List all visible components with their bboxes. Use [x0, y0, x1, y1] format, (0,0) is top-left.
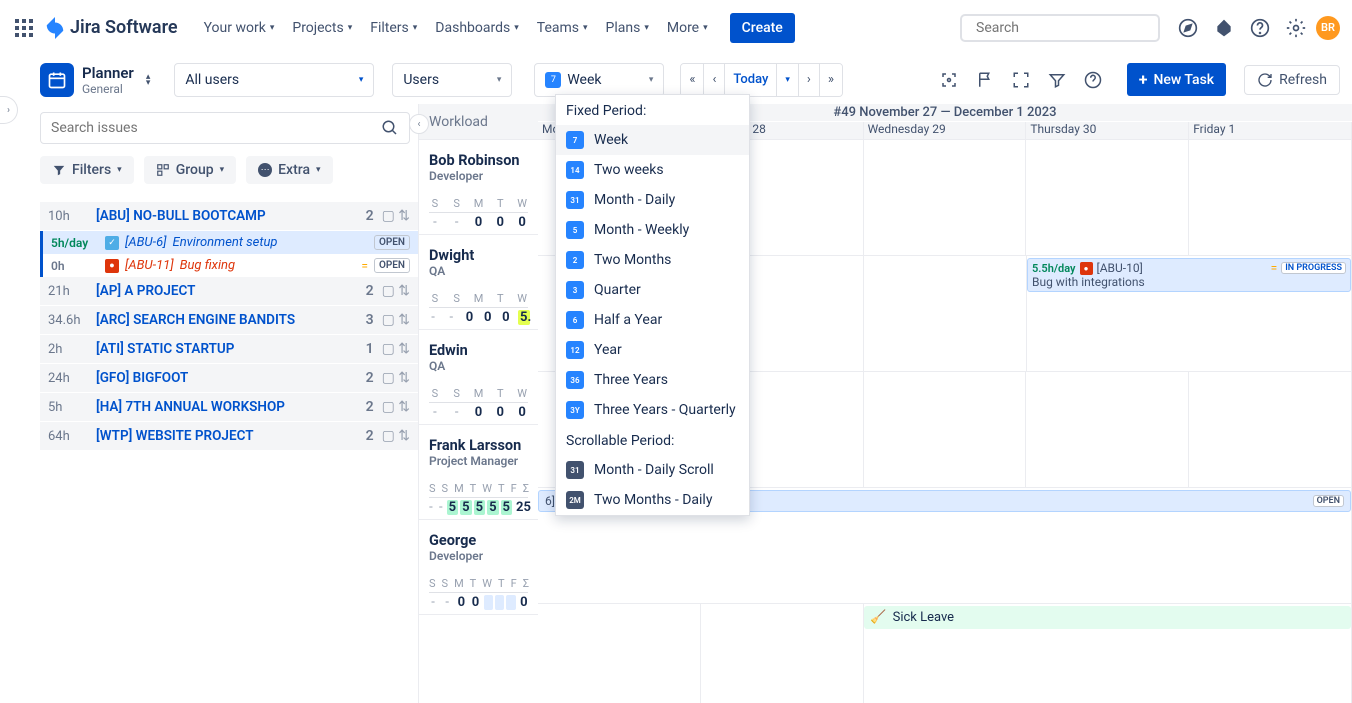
date-nav-group: « ‹ Today ▾ › » — [680, 63, 843, 97]
planner-switcher-icon[interactable]: ▴▾ — [146, 72, 151, 88]
bug-icon: ● — [105, 259, 119, 273]
priority-icon: = — [361, 259, 368, 273]
help-toolbar-icon[interactable] — [1077, 64, 1109, 96]
priority-icon: = — [1271, 261, 1278, 275]
issue-group[interactable]: 24h[GFO] BIGFOOT2▢ ⇅ — [40, 364, 418, 393]
fixed-period-label: Fixed Period: — [556, 95, 749, 125]
person-block: George Developer SSMTWTFΣ --00 0 — [419, 520, 538, 615]
collapse-icon[interactable]: ‹ — [409, 114, 429, 134]
issue-search-input[interactable] — [51, 120, 381, 136]
period-option-two-weeks[interactable]: 14Two weeks — [556, 155, 749, 185]
planner-title: Planner — [82, 64, 134, 82]
scrollable-period-label: Scrollable Period: — [556, 425, 749, 455]
nav-links: Your work▾ Projects▾ Filters▾ Dashboards… — [196, 12, 716, 44]
issue-group[interactable]: 10h [ABU] NO-BULL BOOTCAMP 2 ▢ ⇅ — [40, 202, 418, 231]
group-actions[interactable]: ▢ ⇅ — [382, 208, 410, 224]
filter-icon[interactable] — [1041, 64, 1073, 96]
workload-column: ‹ Workload Bob Robinson Developer SSMTW … — [418, 104, 538, 703]
person-block: Dwight QA SSMTW --0005. — [419, 235, 538, 330]
nav-more[interactable]: More▾ — [659, 12, 716, 44]
status-badge: OPEN — [1313, 495, 1344, 507]
issue-item[interactable]: 5h/day ✓ [ABU-6] Environment setup OPEN — [40, 231, 418, 254]
issue-group[interactable]: 21h[AP] A PROJECT2▢ ⇅ — [40, 277, 418, 306]
period-option-week[interactable]: 7Week — [556, 125, 749, 155]
fullscreen-icon[interactable] — [1005, 64, 1037, 96]
period-option-quarter[interactable]: 3Quarter — [556, 275, 749, 305]
person-block: Edwin QA SSMTW --000 — [419, 330, 538, 425]
filter-users-dropdown[interactable]: Users▾ — [392, 63, 512, 97]
period-option-year[interactable]: 12Year — [556, 335, 749, 365]
product-name: Jira Software — [70, 17, 178, 38]
planner-subtitle: General — [82, 82, 134, 96]
notifications-icon[interactable] — [1208, 12, 1240, 44]
timeline-row: 🧹 Sick Leave — [538, 604, 1352, 703]
planner-icon — [40, 63, 74, 97]
period-option-half-year[interactable]: 6Half a Year — [556, 305, 749, 335]
task-bar[interactable]: 5.5h/day ● [ABU-10] = IN PROGRESS Bug wi… — [1027, 258, 1351, 292]
filter-allusers-dropdown[interactable]: All users▾ — [174, 63, 374, 97]
workload-header: Workload — [419, 104, 538, 140]
nav-projects[interactable]: Projects▾ — [284, 12, 360, 44]
issue-group[interactable]: 64h[WTP] WEBSITE PROJECT2▢ ⇅ — [40, 422, 418, 451]
task-type-icon: ✓ — [105, 236, 119, 250]
status-badge: IN PROGRESS — [1281, 262, 1346, 274]
period-dropdown-popup: Fixed Period: 7Week 14Two weeks 31Month … — [555, 94, 750, 516]
global-search[interactable] — [960, 14, 1160, 42]
apps-switcher-icon[interactable] — [12, 16, 36, 40]
refresh-button[interactable]: Refresh — [1244, 65, 1340, 95]
nav-last-button[interactable]: » — [820, 64, 842, 96]
nav-dashboards[interactable]: Dashboards▾ — [427, 12, 526, 44]
issue-group[interactable]: 34.6h[ARC] SEARCH ENGINE BANDITS3▢ ⇅ — [40, 306, 418, 335]
nav-filters[interactable]: Filters▾ — [362, 12, 425, 44]
flag-icon[interactable] — [969, 64, 1001, 96]
period-option-two-months-daily[interactable]: 2MTwo Months - Daily — [556, 485, 749, 515]
period-option-three-years-q[interactable]: 3YThree Years - Quarterly — [556, 395, 749, 425]
focus-icon[interactable] — [933, 64, 965, 96]
issue-item[interactable]: 0h ● [ABU-11] Bug fixing = OPEN — [40, 254, 418, 277]
create-button[interactable]: Create — [730, 13, 795, 43]
issue-list: 10h [ABU] NO-BULL BOOTCAMP 2 ▢ ⇅ 5h/day … — [40, 202, 418, 451]
period-option-two-months[interactable]: 2Two Months — [556, 245, 749, 275]
bug-icon: ● — [1080, 262, 1093, 275]
person-block: Frank Larsson Project Manager SSMTWTFΣ -… — [419, 425, 538, 520]
search-input[interactable] — [976, 20, 1154, 36]
issue-group[interactable]: 2h[ATI] STATIC STARTUP1▢ ⇅ — [40, 335, 418, 364]
help-icon[interactable] — [1244, 12, 1276, 44]
search-icon — [381, 119, 399, 137]
settings-icon[interactable] — [1280, 12, 1312, 44]
status-badge: OPEN — [374, 235, 410, 250]
top-navbar: Jira Software Your work▾ Projects▾ Filte… — [0, 0, 1352, 56]
eraser-icon: 🧹 — [870, 610, 886, 625]
explore-icon[interactable] — [1172, 12, 1204, 44]
nav-prev-button[interactable]: ‹ — [704, 64, 725, 96]
nav-next-button[interactable]: › — [799, 64, 820, 96]
period-dropdown[interactable]: 7 Week▾ — [534, 63, 664, 97]
issue-search[interactable] — [40, 112, 410, 144]
issues-sidebar: Filters▾ Group▾ ⋯Extra▾ 10h [ABU] NO-BUL… — [0, 104, 418, 703]
calendar-icon: 7 — [545, 72, 561, 88]
nav-plans[interactable]: Plans▾ — [598, 12, 657, 44]
period-option-month-scroll[interactable]: 31Month - Daily Scroll — [556, 455, 749, 485]
user-avatar[interactable]: BR — [1316, 16, 1340, 40]
extra-button[interactable]: ⋯Extra▾ — [246, 156, 332, 184]
status-badge: OPEN — [374, 258, 410, 273]
nav-today-button[interactable]: Today — [725, 64, 777, 96]
nav-first-button[interactable]: « — [681, 64, 704, 96]
period-option-three-years[interactable]: 36Three Years — [556, 365, 749, 395]
leave-bar[interactable]: 🧹 Sick Leave — [864, 606, 1351, 629]
planner-badge: Planner General ▴▾ — [40, 63, 150, 97]
group-button[interactable]: Group▾ — [144, 156, 236, 184]
person-block: Bob Robinson Developer SSMTW --000 — [419, 140, 538, 235]
nav-today-dropdown[interactable]: ▾ — [777, 64, 799, 96]
new-task-button[interactable]: +New Task — [1127, 63, 1226, 96]
nav-your-work[interactable]: Your work▾ — [196, 12, 283, 44]
period-option-month-daily[interactable]: 31Month - Daily — [556, 185, 749, 215]
nav-teams[interactable]: Teams▾ — [529, 12, 596, 44]
product-logo[interactable]: Jira Software — [44, 17, 178, 39]
filters-button[interactable]: Filters▾ — [40, 156, 134, 184]
issue-group[interactable]: 5h[HA] 7TH ANNUAL WORKSHOP2▢ ⇅ — [40, 393, 418, 422]
period-option-month-weekly[interactable]: 5Month - Weekly — [556, 215, 749, 245]
